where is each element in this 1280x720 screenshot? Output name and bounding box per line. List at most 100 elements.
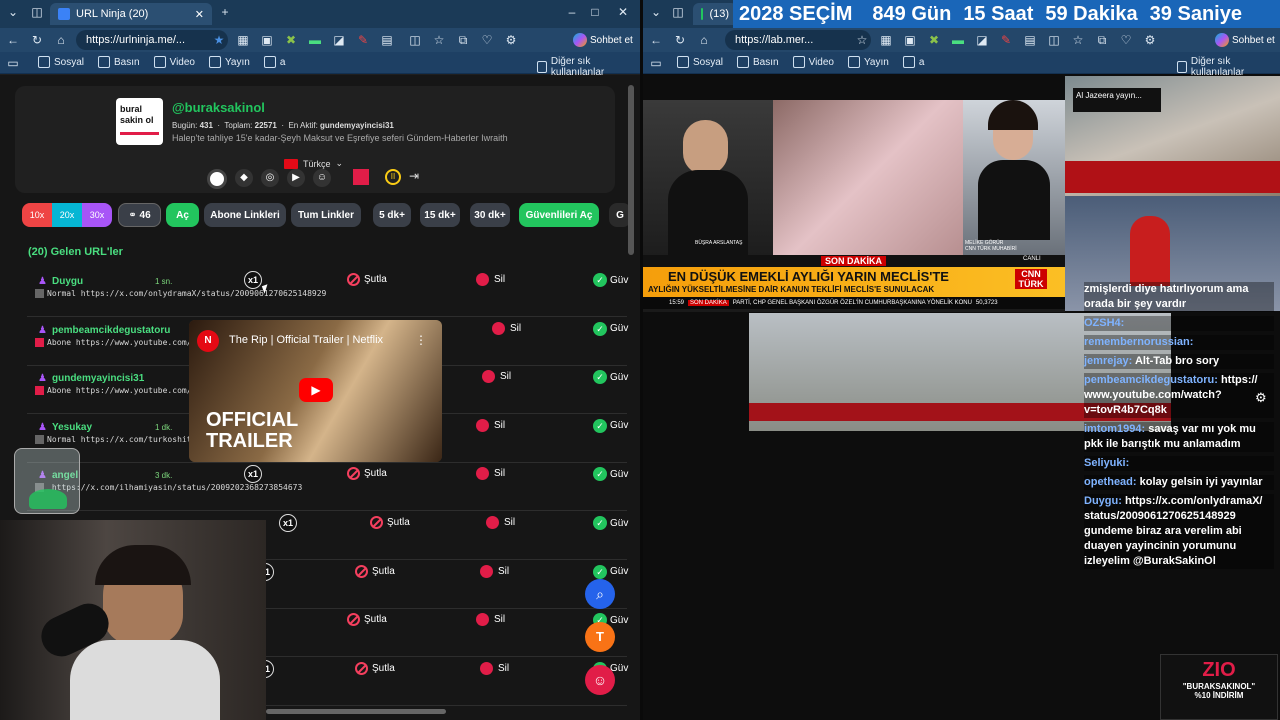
bookmark-video[interactable]: Video <box>153 56 195 68</box>
link-count-button[interactable]: ⚭ 46 <box>118 203 161 227</box>
all-links-button[interactable]: Tum Linkler <box>291 203 361 227</box>
extension-icon[interactable]: ▬ <box>308 33 322 47</box>
split-screen-icon[interactable]: ◫ <box>1047 33 1061 47</box>
puzzle-icon[interactable]: ⚙ <box>504 33 518 47</box>
address-bar[interactable]: https://lab.mer... <box>725 30 871 50</box>
extension-icon[interactable]: ◪ <box>975 33 989 47</box>
safe-button[interactable]: ✓Güv <box>593 516 628 530</box>
filter-5dk-button[interactable]: 5 dk+ <box>373 203 411 227</box>
translate-icon[interactable]: T <box>585 622 615 652</box>
bookmark-yayin[interactable]: Yayın <box>848 56 889 68</box>
safe-button[interactable]: ✓Güv <box>593 467 628 482</box>
mult-30x-button[interactable]: 30x <box>82 203 112 227</box>
address-bar[interactable]: https://urlninja.me/... <box>76 30 228 50</box>
extension-icon[interactable]: ✎ <box>356 33 370 47</box>
safe-button[interactable]: ✓Güv <box>593 370 628 385</box>
horizontal-scrollbar[interactable] <box>266 709 446 714</box>
logout-icon[interactable]: ⇥ <box>409 169 425 185</box>
profile-avatar[interactable] <box>528 33 542 47</box>
workspaces-icon[interactable]: ◫ <box>30 5 44 19</box>
video-preview[interactable]: N The Rip | Official Trailer | Netflix ⋮… <box>189 320 442 462</box>
tab-menu-icon[interactable]: ⌄ <box>649 5 663 19</box>
ban-button[interactable]: Şutla <box>355 564 395 578</box>
discord-icon[interactable]: ☺ <box>313 169 331 187</box>
bookmark-video[interactable]: Video <box>792 56 834 68</box>
cnn-news-player[interactable]: BÜŞRA ARSLANTAŞ MELİKE GÖRÜR CNN TÜRK MUH… <box>643 100 1065 312</box>
subscriber-links-button[interactable]: Abone Linkleri <box>204 203 286 227</box>
extension-icon[interactable]: ▦ <box>879 33 893 47</box>
mult-20x-button[interactable]: 20x <box>52 203 82 227</box>
delete-button[interactable]: Sil <box>480 661 509 675</box>
extension-icon[interactable]: ▤ <box>380 33 394 47</box>
delete-button[interactable]: Sil <box>482 370 511 384</box>
row-username[interactable]: gundemyayincisi31 <box>52 373 144 384</box>
ban-button[interactable]: Şutla <box>370 516 410 529</box>
delete-button[interactable]: Sil <box>476 613 505 627</box>
downloads-icon[interactable]: ♡ <box>480 33 494 47</box>
downloads-icon[interactable]: ♡ <box>1119 33 1133 47</box>
home-icon[interactable]: ⌂ <box>697 33 711 47</box>
extension-icon[interactable]: ✖ <box>927 33 941 47</box>
extension-icon[interactable]: ✎ <box>999 33 1013 47</box>
reload-icon[interactable]: ↻ <box>673 33 687 47</box>
open-button[interactable]: Aç <box>166 203 199 227</box>
extension-icon[interactable]: ▬ <box>951 33 965 47</box>
favorites-icon[interactable]: ☆ <box>432 33 446 47</box>
ban-button[interactable]: Şutla <box>355 661 395 675</box>
bookmark-basin[interactable]: Basın <box>737 56 779 68</box>
profile-handle[interactable]: @buraksakinol <box>172 100 265 115</box>
other-bookmarks[interactable]: Diğer sık kullanılanlar <box>1177 56 1266 78</box>
chat-button[interactable]: Sohbet et <box>573 31 633 49</box>
vertical-scrollbar[interactable] <box>628 85 634 255</box>
search-icon[interactable]: ⌕ <box>585 579 615 609</box>
tab-menu-icon[interactable]: ⌄ <box>6 5 20 19</box>
delete-button[interactable]: Sil <box>476 273 505 286</box>
safe-button[interactable]: ✓Güv <box>593 321 628 336</box>
play-icon[interactable]: ▶ <box>299 378 333 402</box>
row-username[interactable]: pembeamcikdegustatoru <box>52 325 170 336</box>
split-screen-icon[interactable]: ◫ <box>408 33 422 47</box>
youtube-icon[interactable]: ▶ <box>287 169 305 187</box>
multiplier-badge[interactable]: x1 <box>244 465 262 484</box>
filter-15dk-button[interactable]: 15 dk+ <box>420 203 460 227</box>
multiplier-badge[interactable]: x1 <box>244 271 262 289</box>
home-icon[interactable]: ⌂ <box>54 33 68 47</box>
multiplier-badge[interactable]: x1 <box>279 514 297 532</box>
back-icon[interactable]: ← <box>649 33 663 47</box>
favorite-star-icon[interactable]: ★ <box>212 33 226 47</box>
tab-url-ninja[interactable]: URL Ninja (20) ✕ <box>50 3 212 25</box>
extension-icon[interactable]: ✖ <box>284 33 298 47</box>
bookmark-a[interactable]: a <box>263 56 285 68</box>
minimize-icon[interactable]: – <box>565 5 579 19</box>
row-url[interactable]: Abone https://www.youtube.com/ <box>35 337 192 347</box>
kick-icon[interactable] <box>353 169 369 185</box>
safe-button[interactable]: ✓Güv <box>593 418 628 433</box>
back-icon[interactable]: ← <box>6 33 20 47</box>
collections-icon[interactable]: ⧉ <box>456 33 470 47</box>
safe-button[interactable]: ✓Güv <box>593 564 628 579</box>
close-window-icon[interactable]: ✕ <box>616 5 630 19</box>
bookmark-basin[interactable]: Basın <box>98 56 140 68</box>
chat-button[interactable]: Sohbet et <box>1215 31 1275 49</box>
twitter-icon[interactable]: ◆ <box>235 169 253 187</box>
delete-button[interactable]: Sil <box>476 418 505 432</box>
ban-button[interactable]: Şutla <box>347 467 387 481</box>
delete-button[interactable]: Sil <box>480 564 509 578</box>
pause-icon[interactable]: II <box>385 169 401 185</box>
favorites-icon[interactable]: ☆ <box>1071 33 1085 47</box>
maximize-icon[interactable]: □ <box>588 5 602 19</box>
settings-icon[interactable]: ⚙ <box>1255 390 1267 406</box>
instagram-icon[interactable]: ◎ <box>261 169 279 187</box>
bookmark-sosyal[interactable]: Sosyal <box>677 56 723 68</box>
extension-icon[interactable]: ▦ <box>236 33 250 47</box>
row-url[interactable]: Normal https://x.com/turkoshitp <box>35 434 196 444</box>
bookmark-a[interactable]: a <box>902 56 924 68</box>
ban-button[interactable]: Şutla <box>347 613 387 627</box>
ban-button[interactable]: Şutla <box>347 273 387 286</box>
row-url[interactable]: Abone https://www.youtube.com/ <box>35 386 192 396</box>
sidebar-icon[interactable]: ▭ <box>649 56 663 70</box>
collections-icon[interactable]: ⧉ <box>1095 33 1109 47</box>
extension-icon[interactable]: ◪ <box>332 33 346 47</box>
reload-icon[interactable]: ↻ <box>30 33 44 47</box>
user-remove-icon[interactable]: ☺ <box>585 665 615 695</box>
